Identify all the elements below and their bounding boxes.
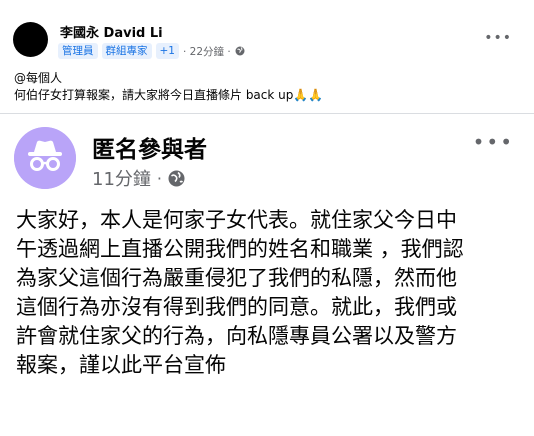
- shared-post-card: 匿名參與者 11分鐘 · ••• 大家好，本人是何家子女代表。就住家父今日中 午…: [0, 113, 534, 436]
- incognito-icon: [14, 127, 76, 189]
- caption-text: 何伯仔女打算報案，請大家將今日直播條片 back up🙏🙏: [14, 88, 324, 102]
- post-body-text: 大家好，本人是何家子女代表。就住家父今日中 午透過網上直播公開我們的姓名和職業 …: [16, 206, 521, 380]
- post-meta: 管理員 群組專家 +1 · 22分鐘 ·: [58, 42, 245, 60]
- body-line: 這個行為亦沒有得到我們的同意。就此，我們或: [16, 295, 457, 319]
- more-options-button[interactable]: •••: [484, 30, 512, 46]
- body-line: 許會就住家父的行為，向私隱專員公署以及警方: [16, 324, 457, 348]
- globe-icon: [235, 46, 245, 56]
- body-line: 午透過網上直播公開我們的姓名和職業 ，我們認: [16, 237, 464, 261]
- author-name[interactable]: 李國永 David Li: [60, 22, 163, 41]
- inner-more-options-button[interactable]: •••: [473, 130, 514, 154]
- meta-separator: ·: [156, 168, 162, 188]
- author-avatar[interactable]: [13, 22, 48, 57]
- anon-avatar: [14, 127, 76, 189]
- anon-post-meta: 11分鐘 ·: [92, 165, 185, 191]
- anon-author-name[interactable]: 匿名參與者: [92, 130, 207, 164]
- group-expert-badge[interactable]: 群組專家: [101, 43, 152, 59]
- post-caption: @每個人 何伯仔女打算報案，請大家將今日直播條片 back up🙏🙏: [14, 70, 323, 104]
- outer-post-header: 李國永 David Li 管理員 群組專家 +1 · 22分鐘 · •••: [0, 0, 534, 62]
- globe-icon: [168, 170, 185, 186]
- mention-everyone[interactable]: @每個人: [14, 70, 323, 87]
- anon-post-time[interactable]: 11分鐘: [92, 165, 151, 191]
- admin-badge[interactable]: 管理員: [58, 43, 98, 59]
- body-line: 大家好，本人是何家子女代表。就住家父今日中: [16, 208, 457, 232]
- plus-badge[interactable]: +1: [155, 43, 179, 59]
- post-time[interactable]: · 22分鐘 ·: [183, 44, 231, 59]
- body-line: 為家父這個行為嚴重侵犯了我們的私隱，然而他: [16, 266, 457, 290]
- body-line: 報案，謹以此平台宣佈: [16, 353, 226, 377]
